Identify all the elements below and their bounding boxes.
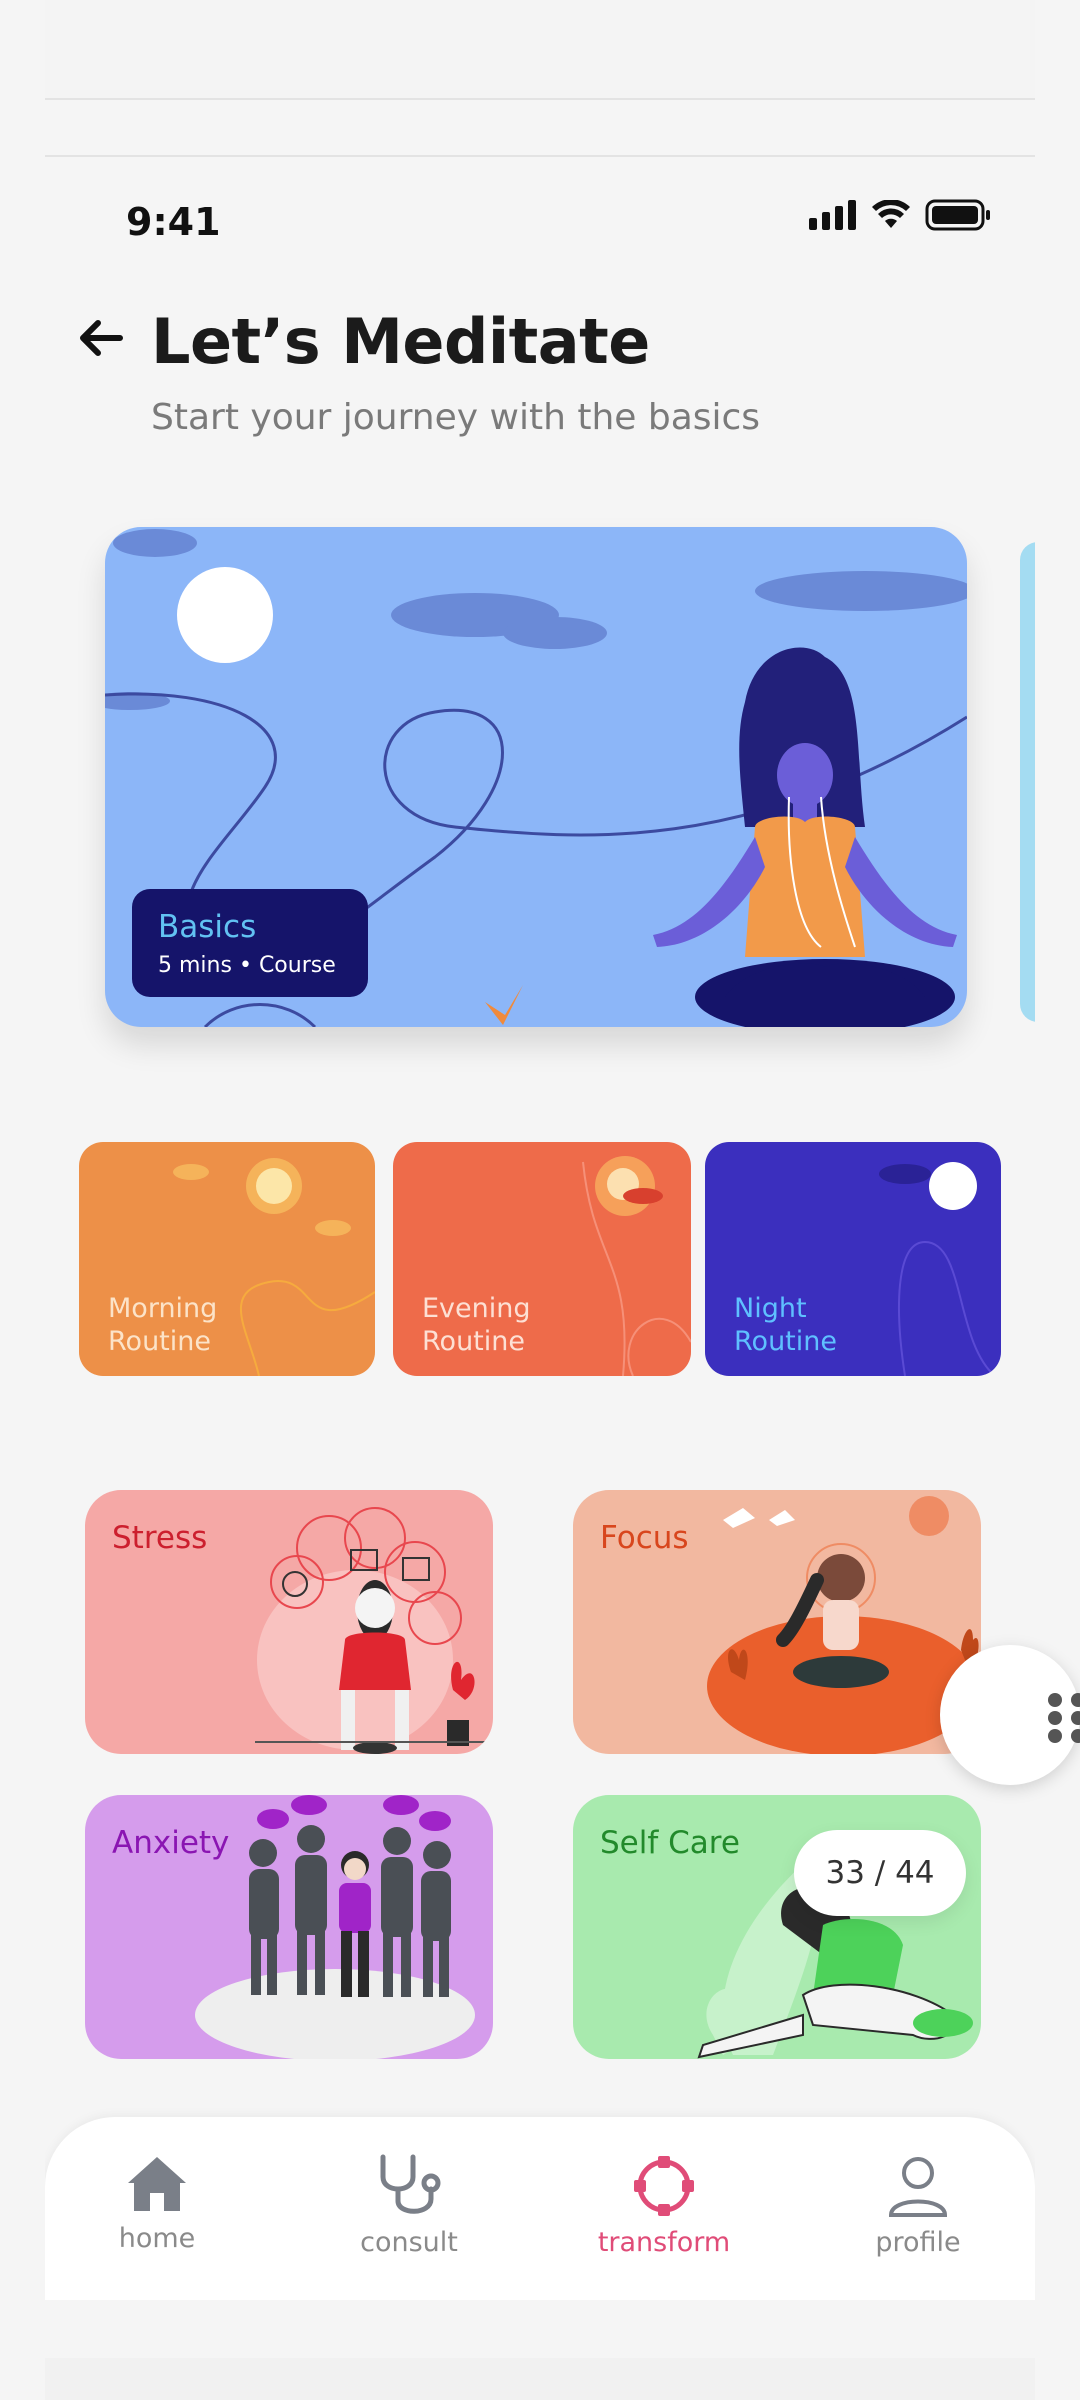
routine-evening-line1: Evening — [422, 1293, 531, 1324]
routine-evening-line2: Routine — [422, 1326, 525, 1357]
app-frame: 9:41 Let’s Meditate Start your journey w… — [45, 155, 1035, 2300]
routine-evening[interactable]: Evening Routine — [393, 1142, 691, 1376]
battery-icon — [925, 199, 990, 231]
routine-evening-label: Evening Routine — [422, 1292, 531, 1358]
routine-morning-line2: Routine — [108, 1326, 211, 1357]
nav-profile[interactable]: profile — [818, 2153, 1018, 2258]
bottom-nav: home consult transform profile — [45, 2117, 1035, 2300]
back-arrow-icon[interactable] — [74, 310, 130, 366]
routine-night-line2: Routine — [734, 1326, 837, 1357]
routine-night-label: Night Routine — [734, 1292, 837, 1358]
bottom-strip — [45, 2358, 1035, 2400]
transform-icon — [634, 2156, 694, 2216]
home-icon — [128, 2157, 186, 2211]
nav-transform[interactable]: transform — [564, 2153, 764, 2258]
focus-illustration — [707, 1496, 979, 1754]
hero-type: Course — [258, 953, 336, 978]
page-counter: 33 / 44 — [794, 1830, 966, 1916]
category-anxiety[interactable]: Anxiety — [85, 1795, 493, 2059]
nav-home[interactable]: home — [57, 2153, 257, 2254]
floating-menu-button[interactable] — [940, 1645, 1080, 1785]
status-time: 9:41 — [126, 200, 221, 244]
hero-label: Basics 5 mins • Course — [132, 889, 368, 997]
nav-consult-label: consult — [360, 2227, 458, 2258]
hero-card-basics[interactable]: Basics 5 mins • Course — [105, 527, 967, 1027]
page-title: Let’s Meditate — [151, 305, 650, 378]
category-stress[interactable]: Stress — [85, 1490, 493, 1754]
category-focus[interactable]: Focus — [573, 1490, 981, 1754]
hero-meta: 5 mins • Course — [158, 953, 342, 978]
wifi-icon — [872, 200, 910, 228]
signal-icon — [809, 200, 856, 230]
routine-night-line1: Night — [734, 1293, 807, 1324]
dot-separator: • — [238, 953, 259, 978]
routine-morning[interactable]: Morning Routine — [79, 1142, 375, 1376]
stress-illustration — [255, 1507, 493, 1754]
hero-title: Basics — [158, 909, 257, 945]
hero-duration: 5 mins — [158, 953, 232, 978]
nav-transform-label: transform — [597, 2227, 731, 2258]
status-icons — [809, 199, 991, 231]
stethoscope-icon — [380, 2154, 441, 2214]
top-strip — [45, 0, 1035, 100]
nav-consult[interactable]: consult — [309, 2153, 509, 2258]
profile-icon — [888, 2157, 948, 2217]
routine-morning-label: Morning Routine — [108, 1292, 217, 1358]
page-subtitle: Start your journey with the basics — [151, 397, 761, 438]
routine-night[interactable]: Night Routine — [705, 1142, 1001, 1376]
routine-morning-line1: Morning — [108, 1293, 218, 1324]
next-card-peek[interactable] — [1020, 542, 1035, 1022]
nav-home-label: home — [118, 2223, 196, 2254]
anxiety-illustration — [195, 1795, 475, 2059]
nav-profile-label: profile — [875, 2227, 961, 2258]
drag-handle-icon — [1048, 1693, 1080, 1743]
